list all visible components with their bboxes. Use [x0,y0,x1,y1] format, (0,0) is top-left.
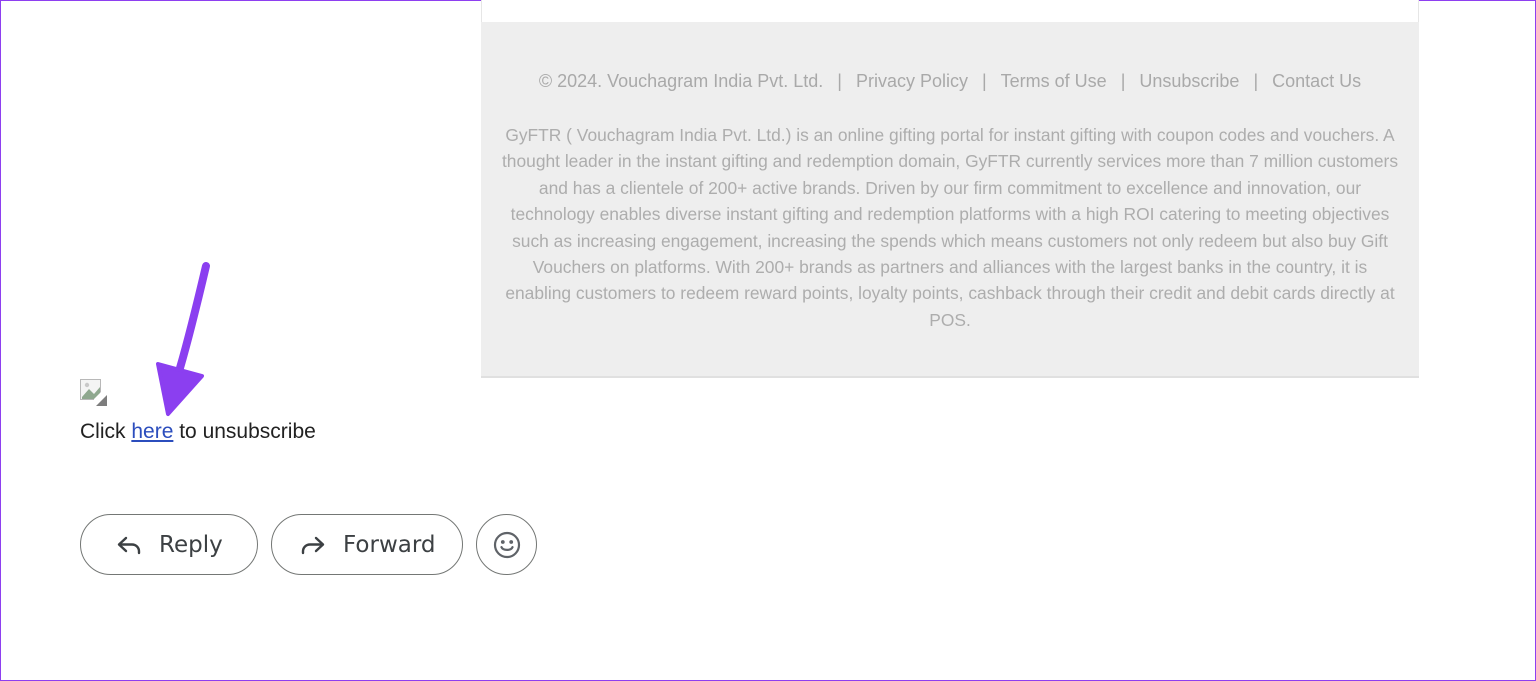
reply-button[interactable]: Reply [80,514,258,575]
unsubscribe-line: Click here to unsubscribe [80,418,316,446]
unsubscribe-prefix: Click [80,420,126,443]
forward-button[interactable]: Forward [271,514,463,575]
footer-links: © 2024. Vouchagram India Pvt. Ltd. | Priva… [481,70,1419,92]
separator: | [837,71,842,91]
emoji-reaction-button[interactable] [476,514,537,575]
broken-image-icon [80,379,107,406]
contact-us-link[interactable]: Contact Us [1272,71,1361,91]
reply-arrow-icon [117,536,141,554]
company-description: GyFTR ( Vouchagram India Pvt. Ltd.) is a… [501,125,1399,330]
unsubscribe-here-link[interactable]: here [131,420,173,443]
forward-arrow-icon [301,536,325,554]
copyright-text: © 2024. Vouchagram India Pvt. Ltd. [538,71,824,91]
forward-label: Forward [343,531,436,558]
separator: | [981,71,987,91]
privacy-policy-link[interactable]: Privacy Policy [856,71,968,91]
email-card [481,0,1419,22]
unsubscribe-suffix: to unsubscribe [179,420,316,443]
smiley-icon [493,531,520,558]
terms-of-use-link[interactable]: Terms of Use [1001,71,1107,91]
unsubscribe-link[interactable]: Unsubscribe [1139,71,1239,91]
email-footer: © 2024. Vouchagram India Pvt. Ltd. | Priva… [481,22,1419,378]
reply-label: Reply [159,531,223,558]
separator: | [1253,71,1259,91]
separator: | [1120,71,1126,91]
